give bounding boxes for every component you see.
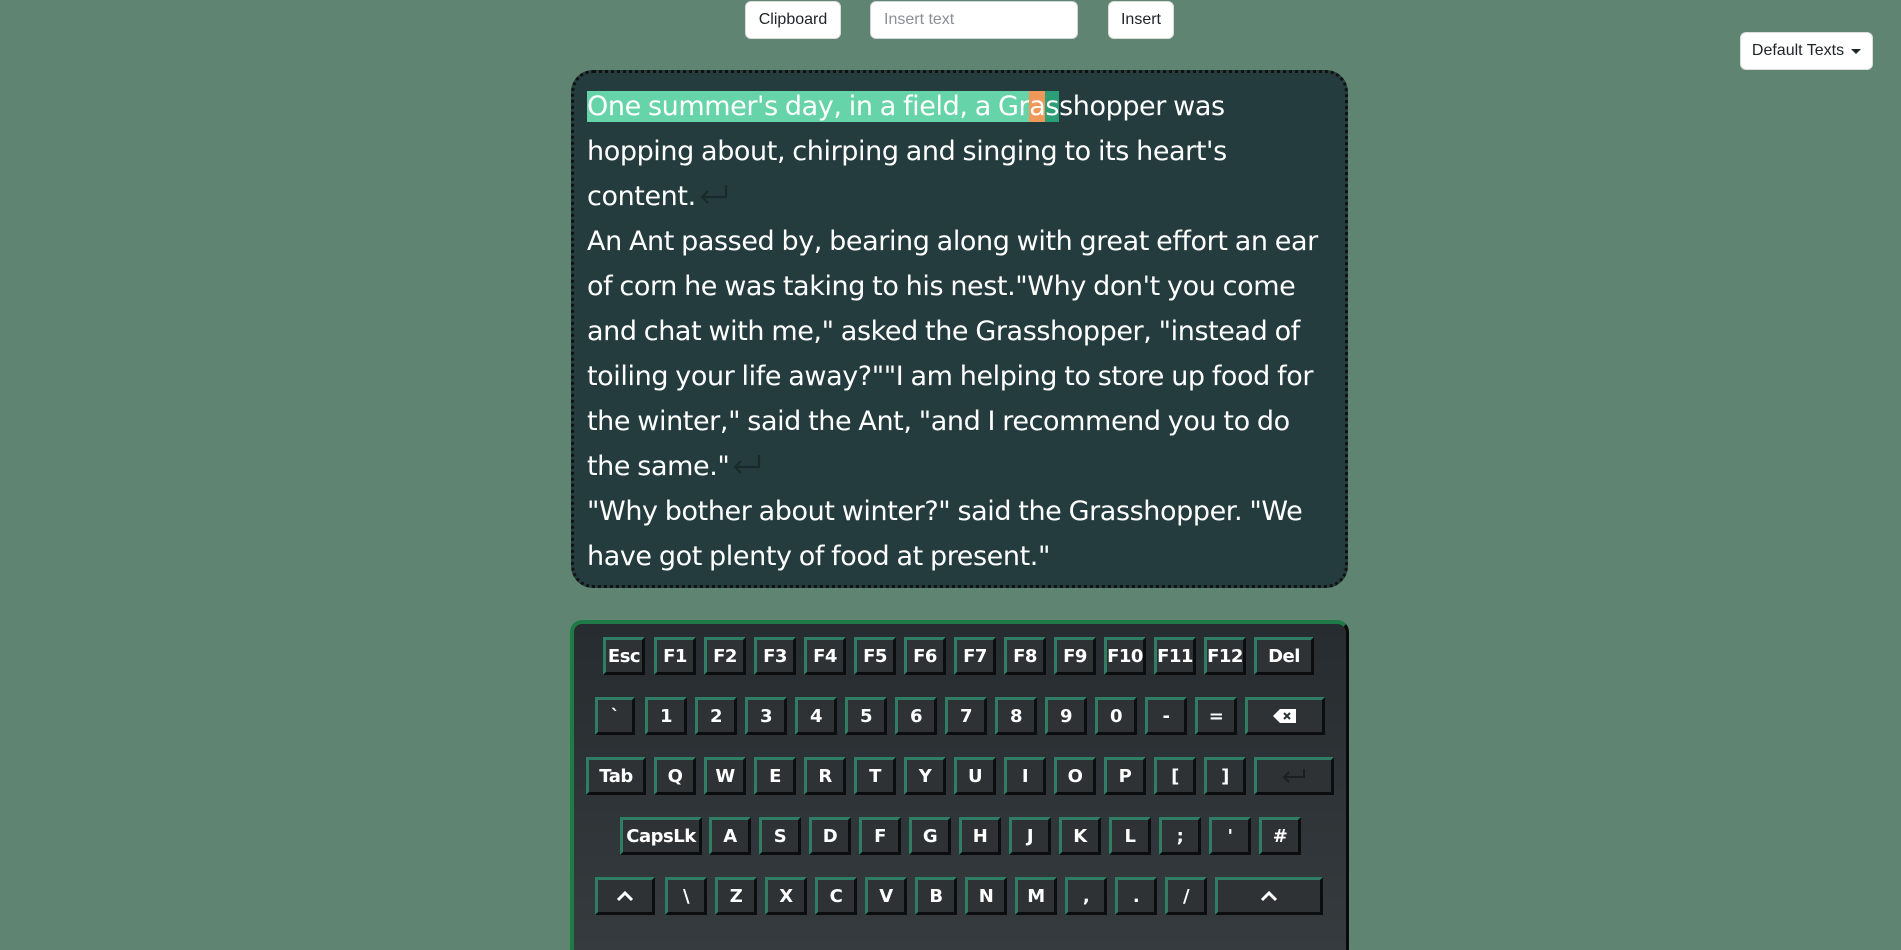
key-f6[interactable]: F6 (904, 637, 946, 675)
key-f5[interactable]: F5 (854, 637, 896, 675)
key-7[interactable]: 7 (945, 697, 987, 735)
caret-down-icon (1851, 48, 1862, 54)
semicolon-key[interactable]: ; (1159, 817, 1201, 855)
right-shift-key[interactable] (1215, 877, 1323, 915)
key-h[interactable]: H (959, 817, 1001, 855)
key-i[interactable]: I (1004, 757, 1046, 795)
key-9[interactable]: 9 (1045, 697, 1087, 735)
key-j[interactable]: J (1009, 817, 1051, 855)
key-f8[interactable]: F8 (1004, 637, 1046, 675)
key-1[interactable]: 1 (645, 697, 687, 735)
key-f4[interactable]: F4 (804, 637, 846, 675)
key-z[interactable]: Z (715, 877, 757, 915)
key-4[interactable]: 4 (795, 697, 837, 735)
key-5[interactable]: 5 (845, 697, 887, 735)
key-d[interactable]: D (809, 817, 851, 855)
key-x[interactable]: X (765, 877, 807, 915)
insert-button[interactable]: Insert (1108, 1, 1174, 39)
backtick-key[interactable]: ` (595, 697, 635, 735)
default-texts-label: Default Texts (1751, 42, 1845, 59)
key-f12[interactable]: F12 (1204, 637, 1246, 675)
key-2[interactable]: 2 (695, 697, 737, 735)
text-editor[interactable]: One summer's day, in a field, a Grasshop… (571, 70, 1348, 588)
key-a[interactable]: A (709, 817, 751, 855)
key-8[interactable]: 8 (995, 697, 1037, 735)
key-f1[interactable]: F1 (654, 637, 696, 675)
key-q[interactable]: Q (654, 757, 696, 795)
key-l[interactable]: L (1109, 817, 1151, 855)
key-e[interactable]: E (754, 757, 796, 795)
hash-key[interactable]: # (1259, 817, 1301, 855)
delete-key[interactable]: Del (1254, 637, 1314, 675)
comma-key[interactable]: , (1065, 877, 1107, 915)
left-shift-key[interactable] (595, 877, 655, 915)
key-r[interactable]: R (804, 757, 846, 795)
shift-icon (616, 890, 634, 902)
left-bracket-key[interactable]: [ (1154, 757, 1196, 795)
shift-icon (1260, 890, 1278, 902)
period-key[interactable]: . (1115, 877, 1157, 915)
backspace-key[interactable] (1245, 697, 1325, 735)
equals-key[interactable]: = (1195, 697, 1237, 735)
key-f2[interactable]: F2 (704, 637, 746, 675)
clipboard-button[interactable]: Clipboard (745, 1, 841, 39)
default-texts-dropdown[interactable]: Default Texts (1740, 32, 1873, 70)
capslock-key[interactable]: CapsLk (620, 817, 702, 855)
enter-key[interactable] (1254, 757, 1334, 795)
key-c[interactable]: C (815, 877, 857, 915)
key-n[interactable]: N (965, 877, 1007, 915)
top-toolbar: Clipboard Insert Default Texts (0, 0, 1901, 70)
insert-text-input[interactable] (870, 1, 1078, 39)
backslash-key[interactable]: \ (665, 877, 707, 915)
right-bracket-key[interactable]: ] (1204, 757, 1246, 795)
key-0[interactable]: 0 (1095, 697, 1137, 735)
key-o[interactable]: O (1054, 757, 1096, 795)
backspace-icon (1273, 709, 1296, 723)
key-f[interactable]: F (859, 817, 901, 855)
key-t[interactable]: T (854, 757, 896, 795)
paragraph-3: "Why bother about winter?" said the Gras… (587, 496, 1303, 572)
enter-icon (1282, 769, 1305, 783)
text-cursor: a (1029, 91, 1046, 122)
newline-icon (733, 455, 761, 474)
key-f11[interactable]: F11 (1154, 637, 1196, 675)
key-g[interactable]: G (909, 817, 951, 855)
key-v[interactable]: V (865, 877, 907, 915)
selected-text-tail: s (1045, 91, 1060, 122)
key-b[interactable]: B (915, 877, 957, 915)
key-f10[interactable]: F10 (1104, 637, 1146, 675)
key-f3[interactable]: F3 (754, 637, 796, 675)
key-u[interactable]: U (954, 757, 996, 795)
apostrophe-key[interactable]: ' (1209, 817, 1251, 855)
selected-text: One summer's day, in a field, a Gr (587, 91, 1030, 122)
esc-key[interactable]: Esc (603, 637, 645, 675)
key-6[interactable]: 6 (895, 697, 937, 735)
virtual-keyboard: Esc F1 F2 F3 F4 F5 F6 F7 F8 F9 F10 F11 F12 Del ` 1 2 3 4 5 6… (570, 620, 1349, 950)
key-s[interactable]: S (759, 817, 801, 855)
slash-key[interactable]: / (1165, 877, 1207, 915)
key-3[interactable]: 3 (745, 697, 787, 735)
paragraph-2: An Ant passed by, bearing along with gre… (587, 226, 1318, 482)
minus-key[interactable]: - (1145, 697, 1187, 735)
key-m[interactable]: M (1015, 877, 1057, 915)
newline-icon (700, 185, 727, 204)
key-y[interactable]: Y (904, 757, 946, 795)
key-p[interactable]: P (1104, 757, 1146, 795)
key-f7[interactable]: F7 (954, 637, 996, 675)
tab-key[interactable]: Tab (586, 757, 646, 795)
key-f9[interactable]: F9 (1054, 637, 1096, 675)
key-w[interactable]: W (704, 757, 746, 795)
key-k[interactable]: K (1059, 817, 1101, 855)
editor-content[interactable]: One summer's day, in a field, a Grasshop… (587, 84, 1331, 579)
